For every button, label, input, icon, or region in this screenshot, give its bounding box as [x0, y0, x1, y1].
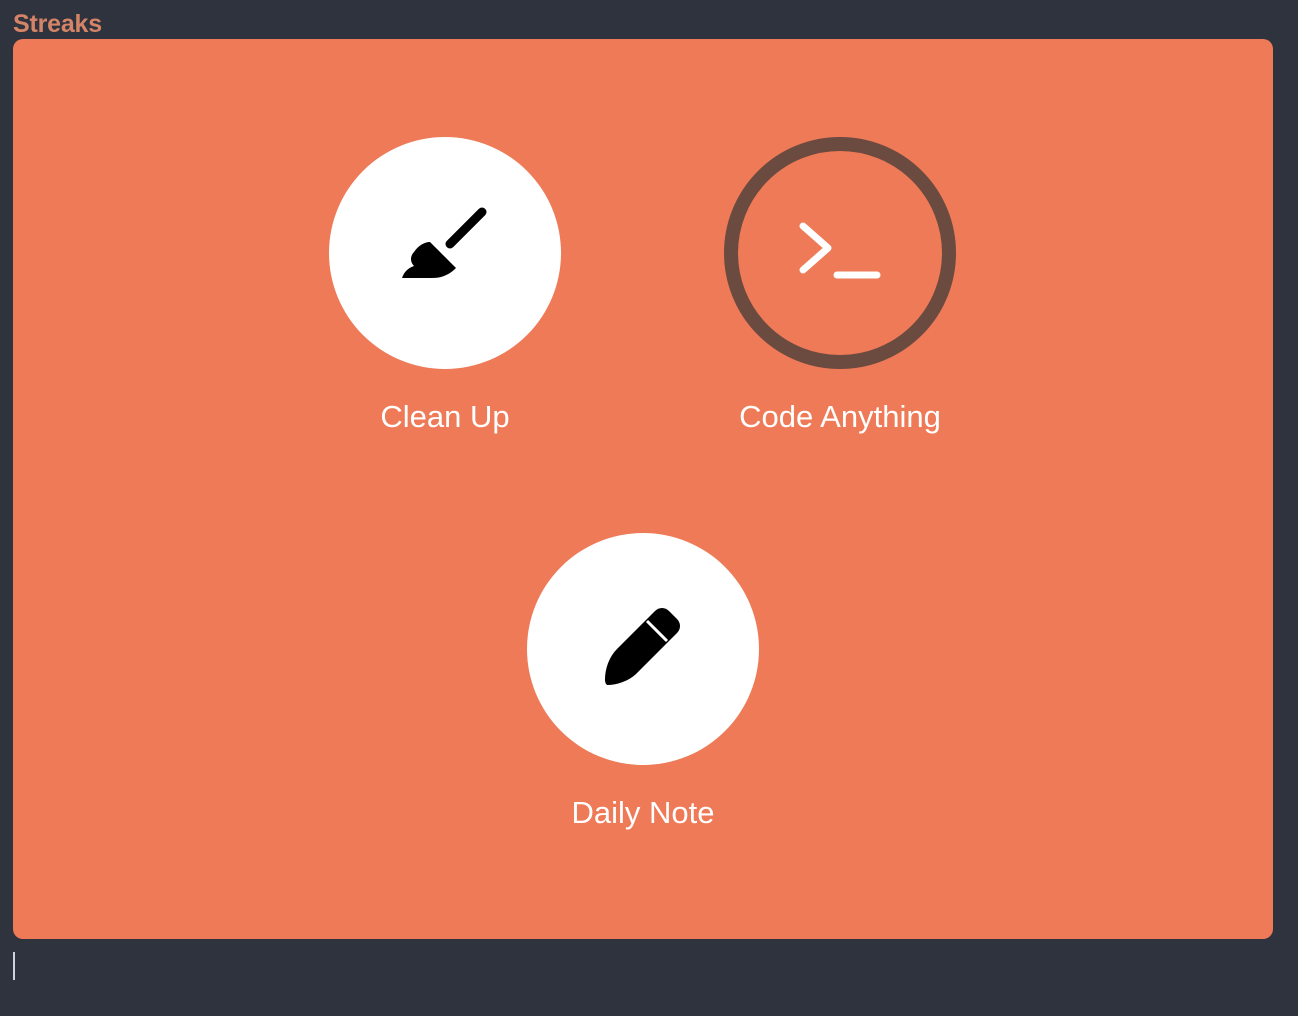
- habit-code-anything: Code Anything: [690, 137, 990, 437]
- section-title: Streaks: [13, 10, 102, 38]
- habit-clean-up: Clean Up: [295, 137, 595, 437]
- habit-daily-note: Daily Note: [493, 533, 793, 833]
- text-cursor[interactable]: [13, 952, 15, 980]
- habit-label: Daily Note: [571, 795, 715, 830]
- habit-toggle-clean-up[interactable]: [329, 137, 561, 369]
- habit-toggle-daily-note[interactable]: [527, 533, 759, 765]
- terminal-icon: [795, 216, 885, 291]
- streaks-panel: Clean Up Code Anything Daily Note: [13, 39, 1273, 939]
- pencil-icon: [603, 607, 683, 692]
- habit-toggle-code-anything[interactable]: [724, 137, 956, 369]
- habit-label: Clean Up: [380, 399, 510, 434]
- broom-icon: [400, 206, 490, 301]
- habit-label: Code Anything: [739, 399, 941, 434]
